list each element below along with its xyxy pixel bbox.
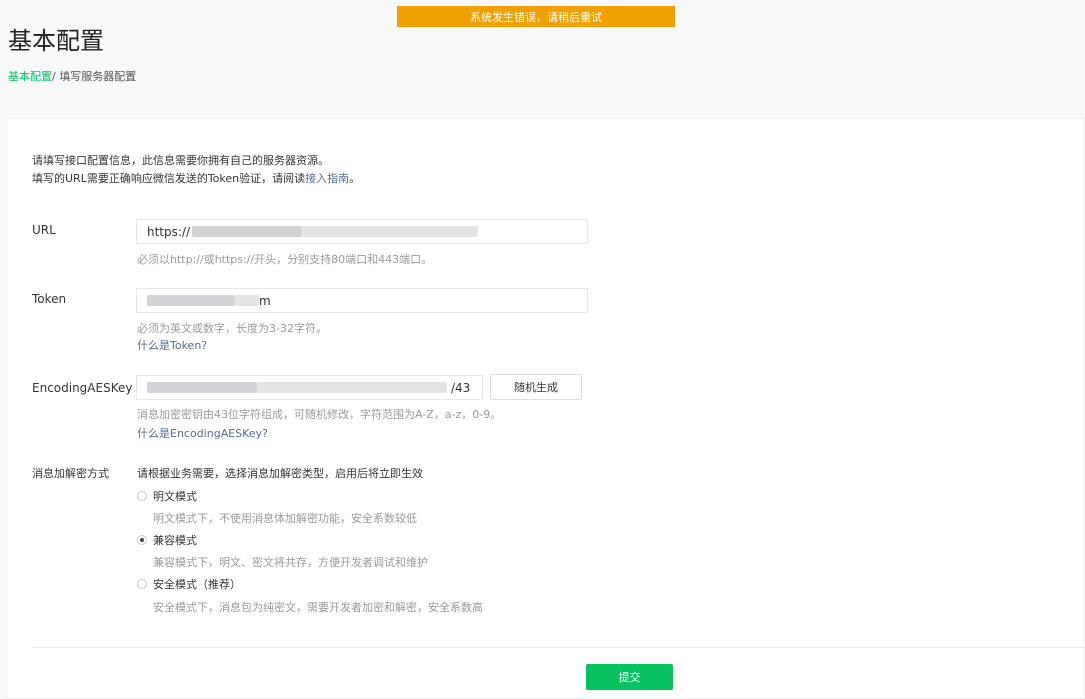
breadcrumb: 基本配置/ 填写服务器配置 [8, 68, 136, 84]
token-label: Token [32, 292, 67, 306]
token-redacted-2 [235, 295, 259, 306]
radio-icon[interactable] [137, 491, 147, 501]
page-title: 基本配置 [8, 27, 104, 55]
url-input[interactable]: https:// [136, 219, 588, 244]
token-value: m [259, 293, 271, 308]
mode-compatible-option[interactable]: 兼容模式 [137, 532, 197, 548]
submit-button[interactable]: 提交 [586, 664, 673, 690]
mode-secure-label: 安全模式（推荐） [153, 578, 241, 591]
radio-icon[interactable] [137, 579, 147, 589]
url-label: URL [32, 223, 56, 237]
aeskey-input[interactable]: /43 [136, 375, 483, 400]
intro-line-2-suffix: 。 [349, 172, 361, 185]
radio-checked-icon[interactable] [137, 535, 147, 545]
config-card: 请填写接口配置信息，此信息需要你拥有自己的服务器资源。 填写的URL需要正确响应… [6, 118, 1085, 699]
encryption-label: 消息加解密方式 [32, 467, 109, 480]
what-is-aeskey-link[interactable]: 什么是EncodingAESKey? [137, 425, 268, 441]
error-banner-text: 系统发生错误，请稍后重试 [470, 10, 602, 24]
intro-text: 请填写接口配置信息，此信息需要你拥有自己的服务器资源。 填写的URL需要正确响应… [32, 152, 360, 188]
aeskey-label: EncodingAESKey [32, 381, 133, 395]
url-redacted-2 [302, 226, 479, 237]
mode-plaintext-label: 明文模式 [153, 490, 197, 503]
divider [32, 647, 1084, 648]
access-guide-link[interactable]: 接入指南 [305, 172, 349, 185]
what-is-token-link[interactable]: 什么是Token? [137, 337, 207, 353]
url-hint: 必须以http://或https://开头，分别支持80端口和443端口。 [137, 253, 433, 266]
aeskey-redacted [147, 382, 257, 393]
intro-line-1: 请填写接口配置信息，此信息需要你拥有自己的服务器资源。 [32, 154, 329, 167]
aeskey-value: /43 [451, 380, 471, 395]
encryption-description: 请根据业务需要，选择消息加解密类型，启用后将立即生效 [137, 467, 423, 480]
aeskey-hint: 消息加密密钥由43位字符组成，可随机修改，字符范围为A-Z，a-z，0-9。 [137, 408, 502, 421]
token-redacted [147, 295, 235, 306]
mode-plaintext-option[interactable]: 明文模式 [137, 488, 197, 504]
intro-line-2-prefix: 填写的URL需要正确响应微信发送的Token验证，请阅读 [32, 172, 306, 185]
breadcrumb-current: 填写服务器配置 [55, 70, 137, 83]
random-generate-button[interactable]: 随机生成 [490, 374, 582, 400]
token-input[interactable]: m [136, 288, 588, 313]
error-banner: 系统发生错误，请稍后重试 [397, 6, 675, 27]
breadcrumb-basic-config[interactable]: 基本配置 [8, 70, 52, 83]
token-hint: 必须为英文或数字，长度为3-32字符。 [137, 322, 327, 335]
intro-line-2: 填写的URL需要正确响应微信发送的Token验证，请阅读接入指南。 [32, 170, 360, 188]
aeskey-redacted-2 [257, 382, 447, 393]
mode-compatible-desc: 兼容模式下，明文、密文将共存，方便开发者调试和维护 [153, 556, 428, 569]
mode-plaintext-desc: 明文模式下，不使用消息体加解密功能，安全系数较低 [153, 512, 417, 525]
url-value: https:// [147, 224, 191, 239]
mode-secure-option[interactable]: 安全模式（推荐） [137, 576, 241, 592]
mode-compatible-label: 兼容模式 [153, 534, 197, 547]
mode-secure-desc: 安全模式下，消息包为纯密文，需要开发者加密和解密，安全系数高 [153, 601, 483, 614]
url-redacted [192, 226, 303, 237]
